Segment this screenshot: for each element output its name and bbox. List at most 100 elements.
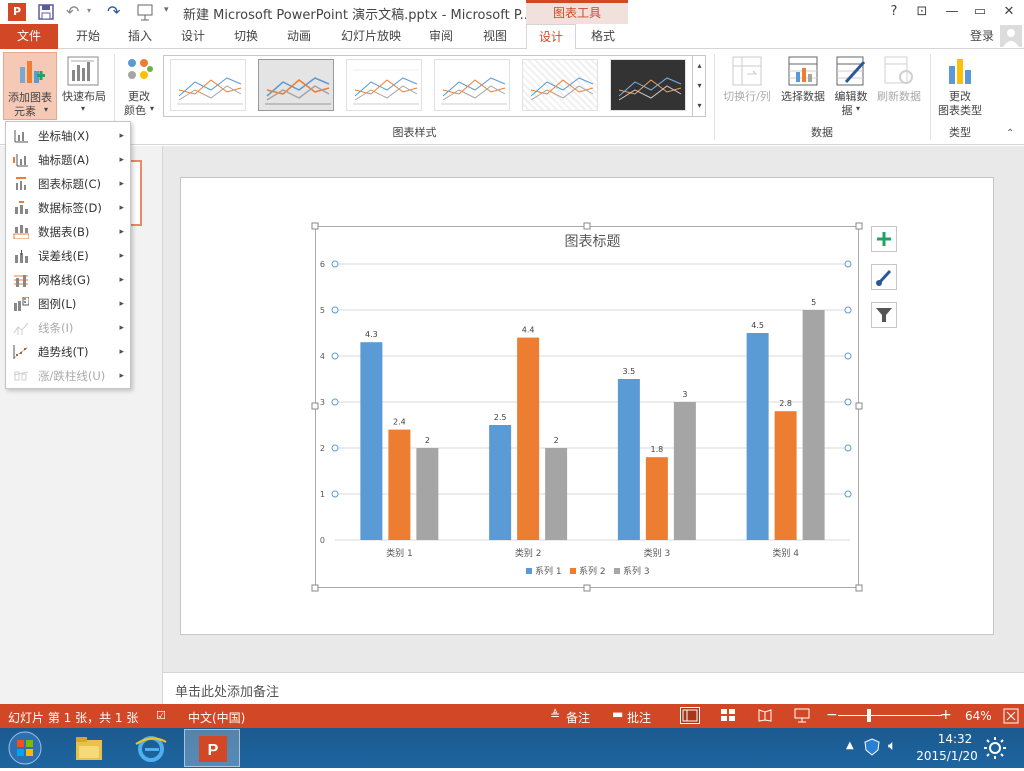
switch-row-column-button[interactable]: 切换行/列: [718, 52, 776, 120]
bar[interactable]: [416, 448, 439, 540]
plot-area-handle[interactable]: [331, 352, 339, 360]
close-button[interactable]: ✕: [999, 3, 1019, 21]
menu-item-chart-title[interactable]: 图表标题(C) ▸: [6, 172, 130, 196]
bar[interactable]: [489, 425, 512, 540]
collapse-ribbon-icon[interactable]: ⌃: [1006, 128, 1014, 139]
powerpoint-taskbar-button[interactable]: P: [184, 729, 240, 767]
plot-area-handle[interactable]: [331, 306, 339, 314]
gallery-scroll-up-button[interactable]: ▴: [692, 56, 706, 76]
bar[interactable]: [517, 337, 540, 540]
chart-resize-handle[interactable]: [855, 584, 863, 592]
internet-explorer-icon[interactable]: [132, 732, 170, 764]
bar[interactable]: [617, 379, 640, 540]
menu-item-axis-titles[interactable]: 轴标题(A) ▸: [6, 148, 130, 172]
bar[interactable]: [360, 342, 383, 540]
clock-time[interactable]: 14:32: [930, 732, 980, 746]
chart-resize-handle[interactable]: [583, 222, 591, 230]
chart-resize-handle[interactable]: [855, 402, 863, 410]
tab-slideshow[interactable]: 幻灯片放映: [334, 24, 408, 49]
chart-styles-button[interactable]: [871, 264, 897, 290]
normal-view-button[interactable]: [680, 707, 700, 724]
redo-icon[interactable]: ↷: [107, 2, 120, 21]
plot-area-handle[interactable]: [844, 490, 852, 498]
start-button[interactable]: [6, 730, 44, 766]
chart-style-thumbnail[interactable]: [522, 59, 598, 111]
user-avatar[interactable]: [1000, 25, 1022, 47]
security-shield-icon[interactable]: [864, 738, 880, 756]
show-hidden-icons-icon[interactable]: ▲: [846, 740, 854, 751]
bar[interactable]: [774, 411, 797, 540]
reading-view-icon[interactable]: [757, 707, 773, 723]
spelling-icon[interactable]: ☑: [156, 709, 166, 722]
menu-item-gridlines[interactable]: 网格线(G) ▸: [6, 268, 130, 292]
customize-qat-icon[interactable]: ▾: [164, 5, 169, 15]
menu-item-legend[interactable]: 图例(L) ▸: [6, 292, 130, 316]
change-chart-type-button[interactable]: 更改 图表类型: [934, 52, 986, 120]
notes-pane[interactable]: 单击此处添加备注: [163, 672, 1024, 704]
menu-item-axes[interactable]: 坐标轴(X) ▸: [6, 124, 130, 148]
plot-area-handle[interactable]: [844, 444, 852, 452]
language-indicator[interactable]: 中文(中国): [188, 709, 245, 726]
tab-insert[interactable]: 插入: [118, 24, 162, 49]
chart-elements-button[interactable]: [871, 226, 897, 252]
chart-title[interactable]: 图表标题: [565, 234, 621, 250]
quick-layout-button[interactable]: 快速布局 ▾: [58, 52, 110, 120]
chart[interactable]: 图表标题 0 1 2 3 4 5 6 4.3 2.4 2 类别 1 2.5 4.4 2 类别 2 3.5 1.8 3…: [305, 216, 869, 598]
zoom-in-button[interactable]: +: [940, 707, 952, 723]
change-colors-button[interactable]: 更改 颜色 ▾: [118, 52, 160, 120]
plot-area-handle[interactable]: [844, 398, 852, 406]
refresh-data-button[interactable]: 刷新数据: [872, 52, 926, 120]
menu-item-data-labels[interactable]: 数据标签(D) ▸: [6, 196, 130, 220]
chart-resize-handle[interactable]: [311, 222, 319, 230]
brightness-icon[interactable]: [983, 736, 1007, 760]
slideshow-icon[interactable]: [794, 707, 810, 723]
undo-dropdown-icon[interactable]: ▾: [87, 6, 91, 15]
edit-data-button[interactable]: 编辑数 据 ▾: [830, 52, 872, 120]
tab-view[interactable]: 视图: [472, 24, 518, 49]
tab-chart-format[interactable]: 格式: [580, 24, 626, 49]
plot-area-handle[interactable]: [844, 306, 852, 314]
chart-style-thumbnail-dark[interactable]: [610, 59, 686, 111]
bar[interactable]: [545, 448, 568, 540]
plot-area-handle[interactable]: [331, 398, 339, 406]
tab-design[interactable]: 设计: [170, 24, 216, 49]
menu-item-trendline[interactable]: 趋势线(T) ▸: [6, 340, 130, 364]
clock-date[interactable]: 2015/1/20: [912, 749, 982, 763]
bar[interactable]: [802, 310, 825, 540]
slide-sorter-icon[interactable]: [720, 707, 736, 723]
notes-button[interactable]: 备注: [566, 709, 590, 726]
bar[interactable]: [673, 402, 696, 540]
notes-icon[interactable]: ≜: [550, 708, 560, 722]
fit-to-window-icon[interactable]: [1003, 708, 1019, 724]
undo-icon[interactable]: ↶: [66, 2, 79, 21]
menu-item-data-table[interactable]: 数据表(B) ▸: [6, 220, 130, 244]
comments-icon[interactable]: ▬: [612, 707, 623, 721]
zoom-slider-track[interactable]: [838, 715, 942, 716]
zoom-slider-handle[interactable]: [867, 709, 871, 722]
gallery-more-button[interactable]: ▾: [692, 96, 706, 116]
chart-resize-handle[interactable]: [855, 222, 863, 230]
chart-resize-handle[interactable]: [311, 402, 319, 410]
chart-style-thumbnail[interactable]: [170, 59, 246, 111]
comments-button[interactable]: 批注: [627, 709, 651, 726]
volume-icon[interactable]: 🔈︎: [888, 738, 896, 754]
tab-transitions[interactable]: 切换: [224, 24, 268, 49]
zoom-level[interactable]: 64%: [965, 709, 992, 723]
plot-area-handle[interactable]: [844, 352, 852, 360]
tab-animations[interactable]: 动画: [276, 24, 322, 49]
chart-style-thumbnail[interactable]: [434, 59, 510, 111]
plot-area-handle[interactable]: [844, 260, 852, 268]
plot-area-handle[interactable]: [331, 260, 339, 268]
bar[interactable]: [746, 333, 769, 540]
chart-filters-button[interactable]: [871, 302, 897, 328]
chart-style-thumbnail[interactable]: [346, 59, 422, 111]
save-icon[interactable]: [38, 4, 54, 20]
help-button[interactable]: ?: [884, 3, 904, 21]
chart-resize-handle[interactable]: [311, 584, 319, 592]
tab-file[interactable]: 文件: [0, 24, 58, 49]
chart-style-thumbnail-selected[interactable]: [258, 59, 334, 111]
bar[interactable]: [645, 457, 668, 540]
powerpoint-app-icon[interactable]: P: [8, 3, 26, 21]
plot-area-handle[interactable]: [331, 490, 339, 498]
chart-resize-handle[interactable]: [583, 584, 591, 592]
